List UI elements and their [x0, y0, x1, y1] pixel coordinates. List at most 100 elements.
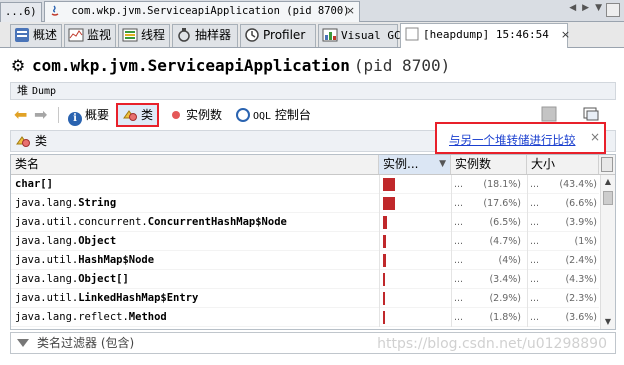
column-instances-bar-label: 实例... [383, 157, 419, 171]
value-ellipsis: ... [454, 255, 464, 266]
overflow-tab-label: ...6) [5, 6, 37, 18]
overflow-tab[interactable]: ...6) [0, 2, 42, 22]
instance-percent: (3.4%) [489, 274, 521, 285]
scrollbar-thumb[interactable] [603, 191, 613, 205]
column-size[interactable]: 大小 [527, 155, 599, 174]
tab-heapdump[interactable]: [heapdump] 15:46:54 × [400, 23, 570, 48]
overview-view-button[interactable]: i 概要 [68, 104, 109, 126]
classes-icon [16, 136, 30, 147]
size-cell: ... (1%) [527, 232, 599, 251]
instances-bar-cell [379, 251, 449, 270]
value-ellipsis: ... [454, 179, 464, 190]
instance-count-cell: ... (2.9%) [451, 289, 525, 308]
toggle-view-icon[interactable] [582, 105, 600, 123]
value-ellipsis: ... [530, 274, 540, 285]
tab-threads[interactable]: 线程 [118, 24, 170, 47]
instance-count-cell: ... (4.7%) [451, 232, 525, 251]
table-row[interactable]: java.lang.Object[]... (3.4%)... (4.3%) [11, 270, 599, 289]
table-row[interactable]: java.lang.Object... (4.7%)... (1%) [11, 232, 599, 251]
size-cell: ... (2.4%) [527, 251, 599, 270]
vertical-scrollbar[interactable]: ▲ ▼ [600, 175, 615, 329]
app-document-tab[interactable]: com.wkp.jvm.ServiceapiApplication (pid 8… [44, 1, 360, 23]
table-row[interactable]: java.util.LinkedHashMap$Entry ... (2.9%)..… [11, 289, 599, 308]
class-name-cell: java.util.LinkedHashMap$Entry [15, 289, 198, 308]
close-icon[interactable]: × [346, 2, 355, 20]
instance-count-cell: ... (6.5%) [451, 213, 525, 232]
class-simple-name: Object[] [78, 273, 129, 285]
tab-profiler-label: Profiler [263, 28, 306, 42]
column-chooser-button[interactable] [601, 157, 613, 172]
class-simple-name: ConcurrentHashMap$Node [147, 216, 287, 228]
size-cell: ... (3.9%) [527, 213, 599, 232]
class-name-cell: java.util.HashMap$Node [15, 251, 154, 270]
instance-count-cell: ... (4%) [451, 251, 525, 270]
class-name-filter[interactable]: 类名过滤器 (包含) https://blog.csdn.net/u012988… [10, 332, 616, 354]
instance-percent: (1.8%) [489, 312, 521, 323]
tab-left-arrow-icon[interactable]: ◀ [569, 3, 576, 13]
class-package: java.lang. [15, 273, 79, 285]
table-row[interactable]: java.lang.reflect.Method... (1.8%)... (3.6… [11, 308, 599, 327]
application-name: com.wkp.jvm.ServiceapiApplication [32, 56, 350, 75]
tab-right-arrow-icon[interactable]: ▶ [582, 3, 589, 13]
class-simple-name: HashMap$Node [78, 254, 155, 266]
instances-bar [383, 216, 387, 229]
close-icon[interactable]: × [561, 28, 570, 41]
tab-profiler[interactable]: Profiler [240, 24, 316, 47]
compare-heapdump-link[interactable]: 与另一个堆转储进行比较 [449, 132, 576, 148]
scroll-up-arrow-icon[interactable]: ▲ [601, 175, 615, 189]
value-ellipsis: ... [530, 312, 540, 323]
size-percent: (3.9%) [565, 217, 597, 228]
compare-highlight-box: 与另一个堆转储进行比较 × [435, 122, 606, 154]
scroll-down-arrow-icon[interactable]: ▼ [601, 315, 615, 329]
restore-window-button[interactable] [606, 3, 620, 17]
tab-list-icon[interactable]: ▼ [595, 3, 602, 13]
instances-bar-cell [379, 213, 449, 232]
size-percent: (2.3%) [565, 293, 597, 304]
instances-bar-cell [379, 175, 449, 194]
table-row[interactable]: java.util.HashMap$Node ... (4%)... (2.4%) [11, 251, 599, 270]
table-header: 类名 实例... ▼ 实例数 大小 [11, 155, 615, 175]
filter-icon [17, 339, 29, 347]
monitor-icon [68, 28, 84, 42]
app-document-tab-label: com.wkp.jvm.ServiceapiApplication (pid 8… [71, 5, 350, 17]
value-ellipsis: ... [530, 198, 540, 209]
class-simple-name: char[] [15, 178, 53, 190]
info-icon [15, 28, 29, 42]
value-ellipsis: ... [454, 293, 464, 304]
instances-bar [383, 235, 386, 248]
table-row[interactable]: char[]... (18.1%)... (43.4%) [11, 175, 599, 194]
class-name-filter-placeholder: 类名过滤器 (包含) [37, 336, 135, 350]
tab-visual-gc[interactable]: Visual GC [318, 24, 401, 47]
column-instances-bar[interactable]: 实例... ▼ [379, 155, 451, 174]
oql-console-label: 控制台 [274, 108, 311, 122]
forward-arrow-icon[interactable]: ➡ [34, 104, 47, 126]
table-row[interactable]: java.lang.String... (17.6%)... (6.6%) [11, 194, 599, 213]
tab-monitor[interactable]: 监视 [64, 24, 116, 47]
save-heapdump-icon[interactable] [540, 105, 558, 123]
heap-label: 堆 [17, 84, 28, 97]
value-ellipsis: ... [530, 179, 540, 190]
oql-console-button[interactable]: OQL 控制台 [236, 104, 311, 126]
back-arrow-icon[interactable]: ⬅ [14, 104, 27, 126]
tab-sampler[interactable]: 抽样器 [172, 24, 238, 47]
column-class-name[interactable]: 类名 [11, 155, 379, 174]
classes-view-label: 类 [141, 108, 154, 122]
size-percent: (6.6%) [565, 198, 597, 209]
column-instance-count[interactable]: 实例数 [451, 155, 527, 174]
classes-view-button[interactable]: 类 [116, 103, 160, 127]
tab-overview[interactable]: 概述 [10, 24, 62, 47]
class-package: java.util. [15, 254, 79, 266]
value-ellipsis: ... [454, 312, 464, 323]
close-icon[interactable]: × [590, 130, 600, 144]
instance-count-cell: ... (3.4%) [451, 270, 525, 289]
class-package: java.lang. [15, 197, 79, 209]
oql-prefix: OQL [253, 111, 272, 122]
instances-view-button[interactable]: 实例数 [172, 104, 222, 126]
tab-overview-label: 概述 [33, 28, 58, 42]
gear-icon: ⚙ [10, 56, 26, 75]
table-row[interactable]: java.util.concurrent.ConcurrentHashMap$N… [11, 213, 599, 232]
process-id: (pid 8700) [353, 56, 451, 75]
class-simple-name: Method [128, 311, 167, 323]
tab-heapdump-label: [heapdump] 15:46:54 [423, 28, 549, 41]
instances-view-label: 实例数 [186, 108, 223, 122]
